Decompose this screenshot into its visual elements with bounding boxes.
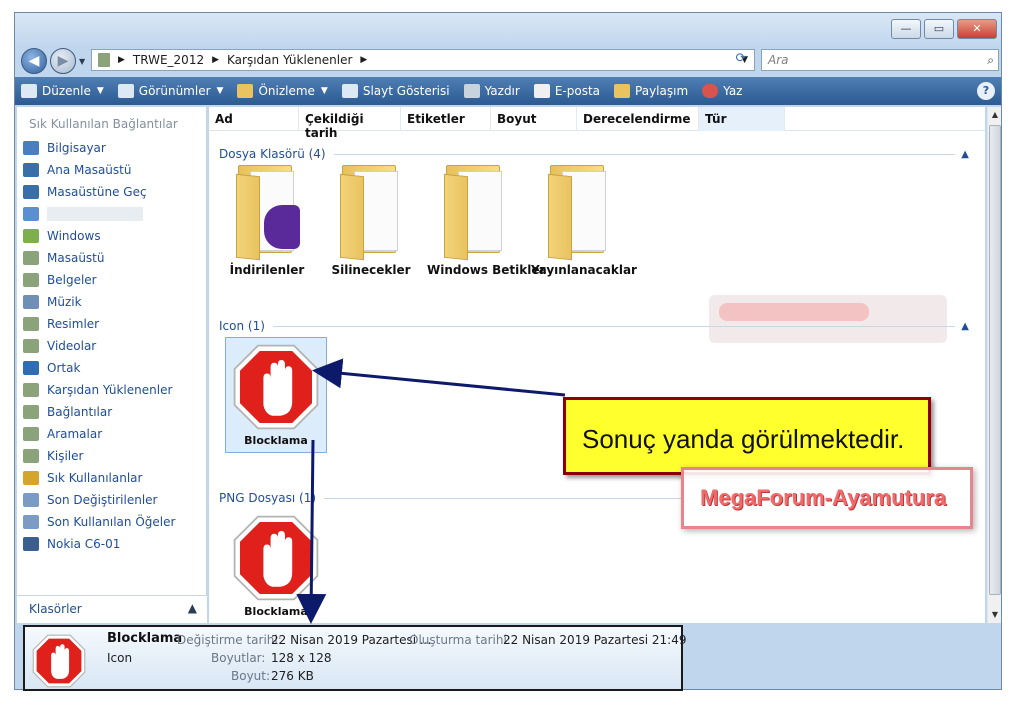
arrow-to-icon [312,358,566,397]
forum-watermark: MegaForum-Ayamutura [681,467,973,529]
annotation-arrows [296,358,566,624]
annotation-callout: Sonuç yanda görülmektedir. [563,397,931,475]
arrow-to-details [296,439,327,624]
